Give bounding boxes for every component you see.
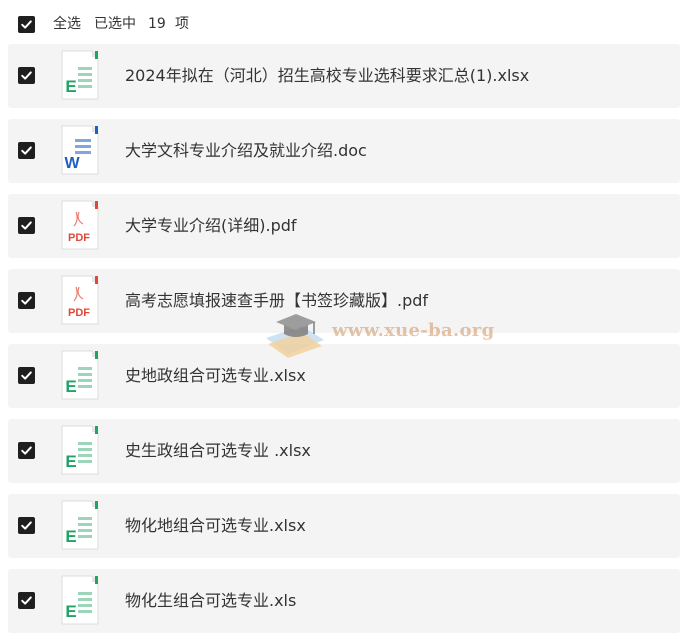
- select-all-label[interactable]: 全选: [53, 14, 81, 34]
- file-checkbox[interactable]: [18, 442, 35, 459]
- selection-header: 全选 已选中 19 项: [0, 0, 680, 44]
- file-row[interactable]: E 物化生组合可选专业.xls: [8, 569, 680, 633]
- svg-text:W: W: [64, 155, 80, 172]
- file-checkbox[interactable]: [18, 592, 35, 609]
- svg-text:PDF: PDF: [68, 307, 90, 319]
- file-name: 物化地组合可选专业.xlsx: [125, 516, 306, 535]
- file-row[interactable]: E 物化地组合可选专业.xlsx: [8, 494, 680, 558]
- file-checkbox[interactable]: [18, 67, 35, 84]
- file-row[interactable]: PDF 高考志愿填报速查手册【书签珍藏版】.pdf: [8, 269, 680, 333]
- file-name: 大学专业介绍(详细).pdf: [125, 216, 297, 235]
- excel-file-icon: E: [59, 425, 99, 475]
- file-checkbox[interactable]: [18, 217, 35, 234]
- file-name: 2024年拟在（河北）招生高校专业选科要求汇总(1).xlsx: [125, 66, 530, 85]
- file-name: 物化生组合可选专业.xls: [125, 591, 297, 610]
- file-checkbox[interactable]: [18, 367, 35, 384]
- file-checkbox[interactable]: [18, 292, 35, 309]
- file-row[interactable]: PDF 大学专业介绍(详细).pdf: [8, 194, 680, 258]
- pdf-file-icon: PDF: [59, 200, 99, 250]
- selected-count: 19: [148, 16, 166, 32]
- svg-text:PDF: PDF: [68, 232, 90, 244]
- selected-prefix: 已选中: [94, 16, 136, 32]
- svg-text:E: E: [65, 602, 76, 621]
- svg-text:E: E: [65, 452, 76, 471]
- file-checkbox[interactable]: [18, 517, 35, 534]
- file-checkbox[interactable]: [18, 142, 35, 159]
- select-all-checkbox[interactable]: [18, 16, 35, 33]
- file-row[interactable]: E 2024年拟在（河北）招生高校专业选科要求汇总(1).xlsx: [8, 44, 680, 108]
- word-file-icon: W: [59, 125, 99, 175]
- pdf-file-icon: PDF: [59, 275, 99, 325]
- file-row[interactable]: W 大学文科专业介绍及就业介绍.doc: [8, 119, 680, 183]
- svg-text:E: E: [65, 77, 76, 96]
- excel-file-icon: E: [59, 575, 99, 625]
- file-name: 史生政组合可选专业 .xlsx: [125, 441, 311, 460]
- file-name: 高考志愿填报速查手册【书签珍藏版】.pdf: [125, 291, 429, 310]
- selected-suffix: 项: [175, 16, 189, 32]
- file-row[interactable]: E 史生政组合可选专业 .xlsx: [8, 419, 680, 483]
- file-name: 史地政组合可选专业.xlsx: [125, 366, 306, 385]
- file-name: 大学文科专业介绍及就业介绍.doc: [125, 141, 367, 160]
- file-row[interactable]: E 史地政组合可选专业.xlsx: [8, 344, 680, 408]
- excel-file-icon: E: [59, 350, 99, 400]
- excel-file-icon: E: [59, 500, 99, 550]
- svg-text:E: E: [65, 377, 76, 396]
- svg-text:E: E: [65, 527, 76, 546]
- excel-file-icon: E: [59, 50, 99, 100]
